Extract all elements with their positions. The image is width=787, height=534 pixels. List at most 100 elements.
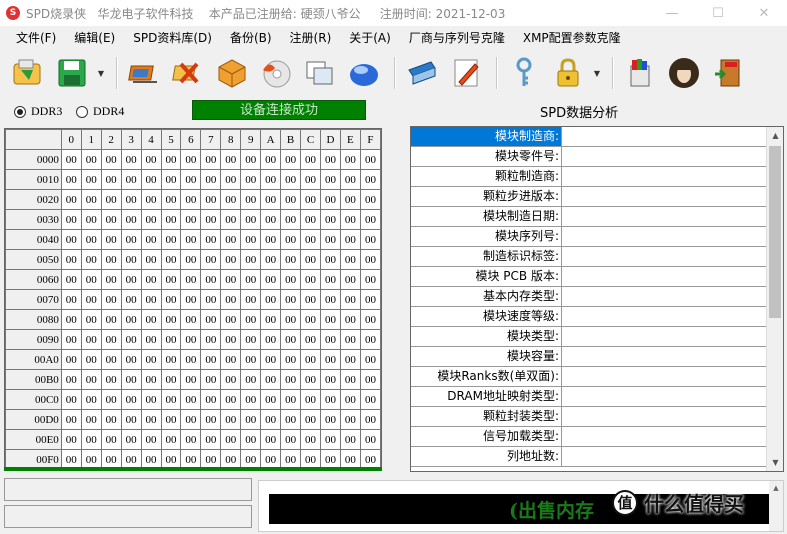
- hex-byte-cell[interactable]: 00: [280, 329, 302, 350]
- hex-byte-cell[interactable]: 00: [359, 369, 381, 390]
- hex-byte-cell[interactable]: 00: [260, 389, 282, 410]
- hex-byte-cell[interactable]: 00: [160, 389, 182, 410]
- hex-byte-cell[interactable]: 00: [160, 329, 182, 350]
- hex-byte-cell[interactable]: 00: [260, 169, 282, 190]
- hex-byte-cell[interactable]: 00: [260, 229, 282, 250]
- hex-byte-cell[interactable]: 00: [140, 389, 162, 410]
- hex-byte-cell[interactable]: 00: [100, 349, 122, 370]
- hex-byte-cell[interactable]: 00: [300, 409, 321, 430]
- hex-byte-cell[interactable]: 00: [80, 229, 102, 250]
- hex-byte-cell[interactable]: 00: [140, 329, 162, 350]
- scroll-up-icon[interactable]: ▲: [767, 127, 783, 144]
- hex-byte-cell[interactable]: 00: [140, 189, 162, 210]
- hex-byte-cell[interactable]: 00: [240, 389, 262, 410]
- close-button[interactable]: ✕: [741, 0, 787, 26]
- hex-byte-cell[interactable]: 00: [140, 269, 162, 290]
- menu-file[interactable]: 文件(F): [0, 26, 65, 50]
- hex-byte-cell[interactable]: 00: [140, 409, 162, 430]
- hex-byte-cell[interactable]: 00: [220, 389, 242, 410]
- hex-byte-cell[interactable]: 00: [339, 369, 361, 390]
- hex-byte-cell[interactable]: 00: [240, 169, 262, 190]
- hex-byte-cell[interactable]: 00: [140, 229, 162, 250]
- hex-byte-cell[interactable]: 00: [80, 289, 102, 310]
- hex-byte-cell[interactable]: 00: [300, 369, 321, 390]
- menu-spd-database[interactable]: SPD资料库(D): [124, 26, 221, 50]
- hex-byte-cell[interactable]: 00: [359, 309, 381, 330]
- save-button[interactable]: [52, 53, 92, 93]
- hex-byte-cell[interactable]: 00: [220, 249, 242, 270]
- lock-button[interactable]: [548, 53, 588, 93]
- hex-byte-cell[interactable]: 00: [120, 269, 142, 290]
- hex-byte-cell[interactable]: 00: [280, 389, 302, 410]
- hex-byte-cell[interactable]: 00: [260, 409, 282, 430]
- menu-register[interactable]: 注册(R): [281, 26, 341, 50]
- hex-byte-cell[interactable]: 00: [160, 289, 182, 310]
- hex-byte-cell[interactable]: 00: [200, 369, 222, 390]
- hex-byte-cell[interactable]: 00: [200, 209, 222, 230]
- spd-field-row[interactable]: 模块序列号:: [411, 227, 783, 247]
- hex-byte-cell[interactable]: 00: [339, 409, 361, 430]
- hex-byte-cell[interactable]: 00: [300, 349, 321, 370]
- hex-byte-cell[interactable]: 00: [160, 409, 182, 430]
- hex-byte-cell[interactable]: 00: [180, 429, 202, 450]
- hex-byte-cell[interactable]: 00: [160, 429, 182, 450]
- hex-byte-cell[interactable]: 00: [100, 229, 122, 250]
- hex-byte-cell[interactable]: 00: [200, 429, 222, 450]
- ddr3-radio[interactable]: DDR3: [14, 104, 62, 119]
- hex-byte-cell[interactable]: 00: [80, 429, 102, 450]
- hex-byte-cell[interactable]: 00: [80, 329, 102, 350]
- hex-byte-cell[interactable]: 00: [200, 389, 222, 410]
- hex-byte-cell[interactable]: 00: [100, 169, 122, 190]
- erase-button[interactable]: [168, 53, 208, 93]
- spd-field-row[interactable]: 颗粒封装类型:: [411, 407, 783, 427]
- hex-byte-cell[interactable]: 00: [320, 369, 341, 390]
- hex-byte-cell[interactable]: 00: [320, 149, 341, 170]
- hex-byte-cell[interactable]: 00: [260, 209, 282, 230]
- spd-field-row[interactable]: 制造标识标签:: [411, 247, 783, 267]
- hex-byte-cell[interactable]: 00: [80, 409, 102, 430]
- hex-byte-cell[interactable]: 00: [200, 149, 222, 170]
- hex-byte-cell[interactable]: 00: [260, 189, 282, 210]
- hex-byte-cell[interactable]: 00: [120, 369, 142, 390]
- maximize-button[interactable]: ☐: [695, 0, 741, 26]
- hex-byte-cell[interactable]: 00: [220, 349, 242, 370]
- hex-byte-cell[interactable]: 00: [220, 229, 242, 250]
- hex-byte-cell[interactable]: 00: [180, 189, 202, 210]
- hex-byte-cell[interactable]: 00: [60, 329, 82, 350]
- hex-byte-cell[interactable]: 00: [180, 369, 202, 390]
- hex-byte-cell[interactable]: 00: [300, 209, 321, 230]
- hex-byte-cell[interactable]: 00: [339, 389, 361, 410]
- spd-field-row[interactable]: 列地址数:: [411, 447, 783, 467]
- hex-byte-cell[interactable]: 00: [220, 429, 242, 450]
- hex-byte-cell[interactable]: 00: [240, 429, 262, 450]
- hex-byte-cell[interactable]: 00: [320, 209, 341, 230]
- hex-byte-cell[interactable]: 00: [240, 329, 262, 350]
- scroll-thumb[interactable]: [769, 146, 781, 318]
- hex-byte-cell[interactable]: 00: [220, 189, 242, 210]
- hex-byte-cell[interactable]: 00: [280, 169, 302, 190]
- hex-byte-cell[interactable]: 00: [120, 309, 142, 330]
- key-button[interactable]: [504, 53, 544, 93]
- hex-byte-cell[interactable]: 00: [240, 209, 262, 230]
- hex-byte-cell[interactable]: 00: [339, 189, 361, 210]
- hex-byte-cell[interactable]: 00: [120, 429, 142, 450]
- hex-byte-cell[interactable]: 00: [100, 329, 122, 350]
- hex-byte-cell[interactable]: 00: [320, 409, 341, 430]
- hex-byte-cell[interactable]: 00: [240, 269, 262, 290]
- hex-byte-cell[interactable]: 00: [300, 189, 321, 210]
- hex-byte-cell[interactable]: 00: [339, 229, 361, 250]
- hex-byte-cell[interactable]: 00: [120, 389, 142, 410]
- hex-byte-cell[interactable]: 00: [160, 169, 182, 190]
- hex-byte-cell[interactable]: 00: [359, 329, 381, 350]
- hex-byte-cell[interactable]: 00: [300, 429, 321, 450]
- hex-byte-cell[interactable]: 00: [80, 209, 102, 230]
- hex-byte-cell[interactable]: 00: [140, 369, 162, 390]
- hex-byte-cell[interactable]: 00: [300, 289, 321, 310]
- hex-byte-cell[interactable]: 00: [280, 349, 302, 370]
- hex-byte-cell[interactable]: 00: [100, 209, 122, 230]
- hex-byte-cell[interactable]: 00: [359, 349, 381, 370]
- menu-edit[interactable]: 编辑(E): [65, 26, 124, 50]
- hex-byte-cell[interactable]: 00: [120, 409, 142, 430]
- hex-byte-cell[interactable]: 00: [359, 269, 381, 290]
- burn-button[interactable]: [256, 53, 296, 93]
